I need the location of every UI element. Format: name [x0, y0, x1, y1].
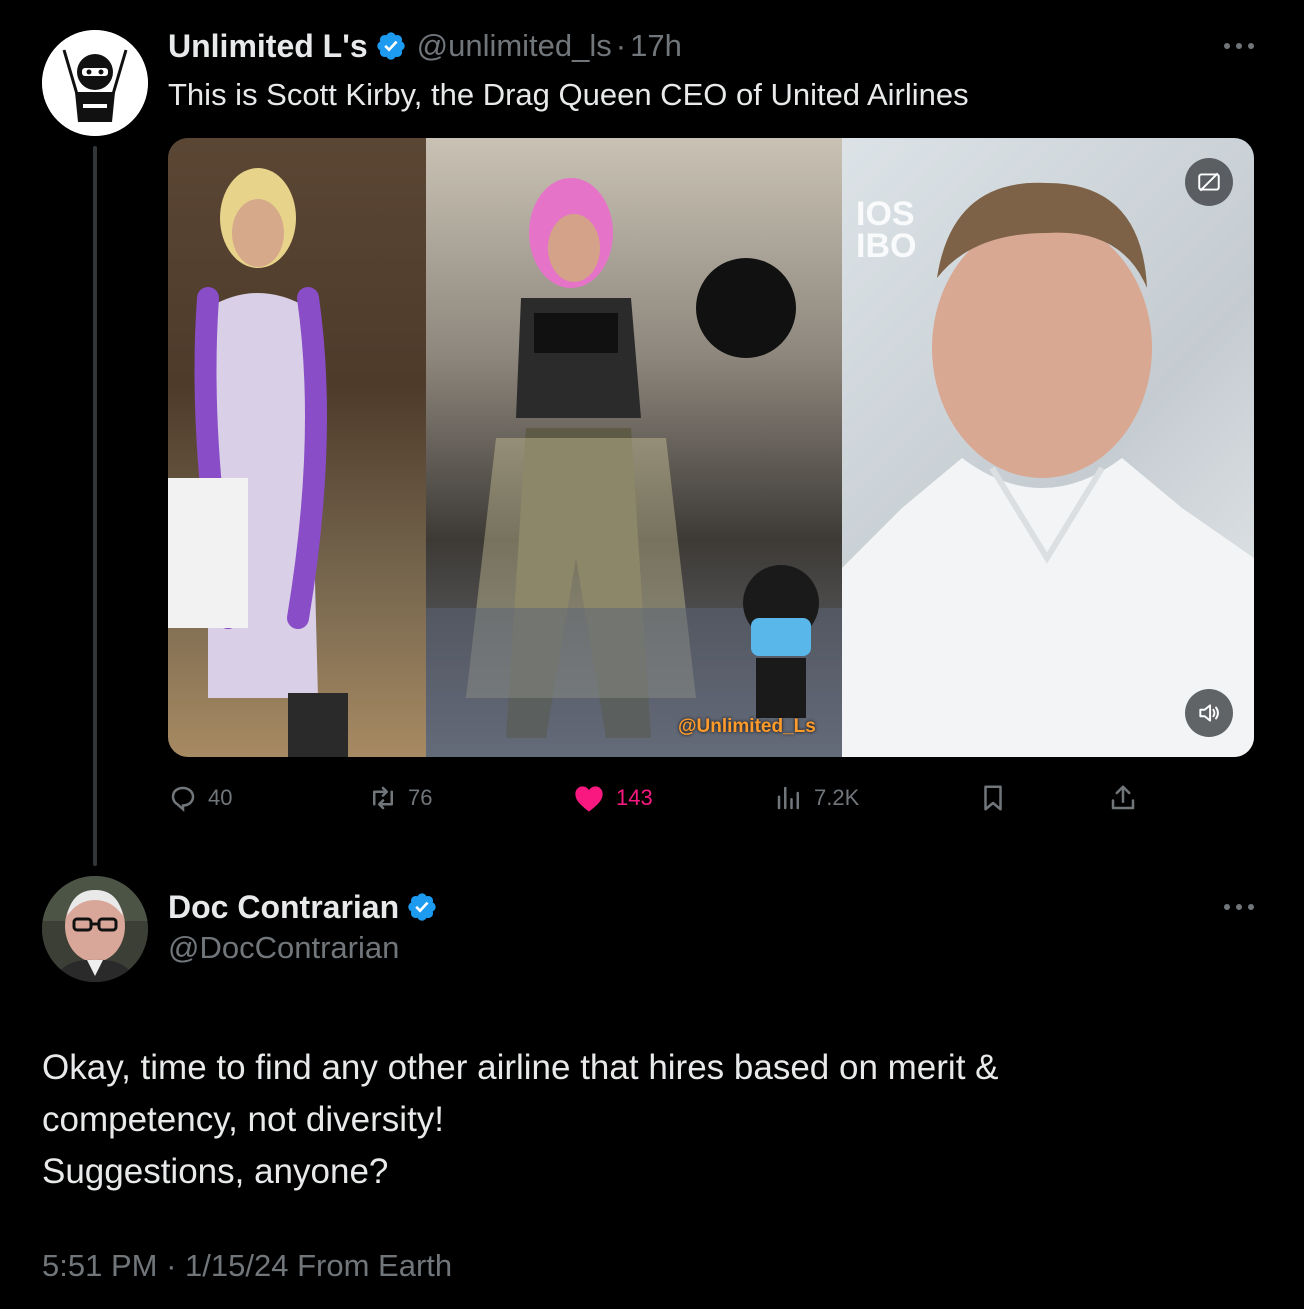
volume-icon	[1199, 704, 1219, 722]
verified-badge-icon[interactable]	[406, 891, 438, 923]
tweet-action-bar: 40 76 143 7.2K	[168, 778, 1254, 818]
gif-toggle-button[interactable]	[1185, 158, 1233, 206]
overlay-line-1: IOS	[856, 195, 915, 233]
retweet-count: 76	[408, 785, 433, 810]
tweet-date[interactable]: 1/15/24	[185, 1248, 288, 1283]
author-name[interactable]: Unlimited L's	[168, 28, 368, 65]
separator: ·	[615, 28, 627, 63]
reply-text-line-2: competency, not diversity!	[42, 1100, 445, 1139]
media-watermark: @Unlimited_Ls	[678, 716, 816, 737]
tweet-media[interactable]: IOS IBO @Unlimited_Ls	[168, 138, 1254, 757]
media-overlay-text: IOS IBO	[856, 195, 917, 265]
reply-text-line-1: Okay, time to find any other airline tha…	[42, 1048, 999, 1087]
retweet-icon	[373, 786, 393, 810]
more-icon[interactable]	[1222, 901, 1256, 913]
reply-icon	[171, 786, 195, 813]
views-icon	[777, 786, 799, 810]
reply-tweet-text: Okay, time to find any other airline tha…	[42, 1042, 1192, 1198]
author-handle[interactable]: @unlimited_ls	[417, 28, 612, 64]
media-photo-left	[168, 138, 426, 757]
share-button[interactable]	[1108, 778, 1148, 818]
reply-author-name[interactable]: Doc Contrarian	[168, 889, 399, 926]
tweet-meta: 5:51 PM · 1/15/24 From Earth	[42, 1248, 452, 1284]
tweet-time[interactable]: 17h	[630, 28, 682, 64]
tweet-timestamp[interactable]: 5:51 PM	[42, 1248, 157, 1283]
avatar-doc-contrarian[interactable]	[42, 876, 148, 982]
overlay-line-2: IBO	[856, 227, 917, 265]
share-icon	[1111, 785, 1135, 810]
views-button[interactable]: 7.2K	[774, 778, 859, 818]
verified-badge-icon[interactable]	[375, 30, 407, 62]
parent-tweet-header: Unlimited L's @unlimited_ls · 17h	[168, 26, 682, 66]
person-photo-2	[426, 178, 842, 757]
retweet-button[interactable]: 76	[368, 778, 432, 818]
gif-icon	[1198, 172, 1220, 192]
meta-separator: ·	[166, 1248, 177, 1283]
reply-author-handle[interactable]: @DocContrarian	[168, 930, 399, 966]
bookmark-icon	[984, 785, 1002, 811]
tweet-source: From Earth	[297, 1248, 453, 1283]
reply-text-line-3: Suggestions, anyone?	[42, 1152, 389, 1191]
like-count: 143	[616, 785, 653, 810]
volume-button[interactable]	[1185, 689, 1233, 737]
views-count: 7.2K	[814, 785, 860, 810]
reply-button[interactable]: 40	[168, 778, 232, 818]
ninja-avatar-icon	[42, 30, 148, 136]
person-photo-1	[168, 168, 348, 757]
thread-connector-line	[93, 146, 97, 866]
bookmark-button[interactable]	[978, 778, 1018, 818]
media-photo-middle	[426, 138, 842, 757]
parent-tweet-text: This is Scott Kirby, the Drag Queen CEO …	[168, 77, 969, 112]
reply-count: 40	[208, 785, 233, 810]
reply-tweet-header: Doc Contrarian	[168, 886, 438, 928]
profile-photo-icon	[42, 876, 148, 982]
avatar-unlimited-ls[interactable]	[42, 30, 148, 136]
more-icon[interactable]	[1222, 40, 1256, 52]
like-icon	[575, 786, 603, 812]
like-button[interactable]: 143	[572, 778, 653, 818]
